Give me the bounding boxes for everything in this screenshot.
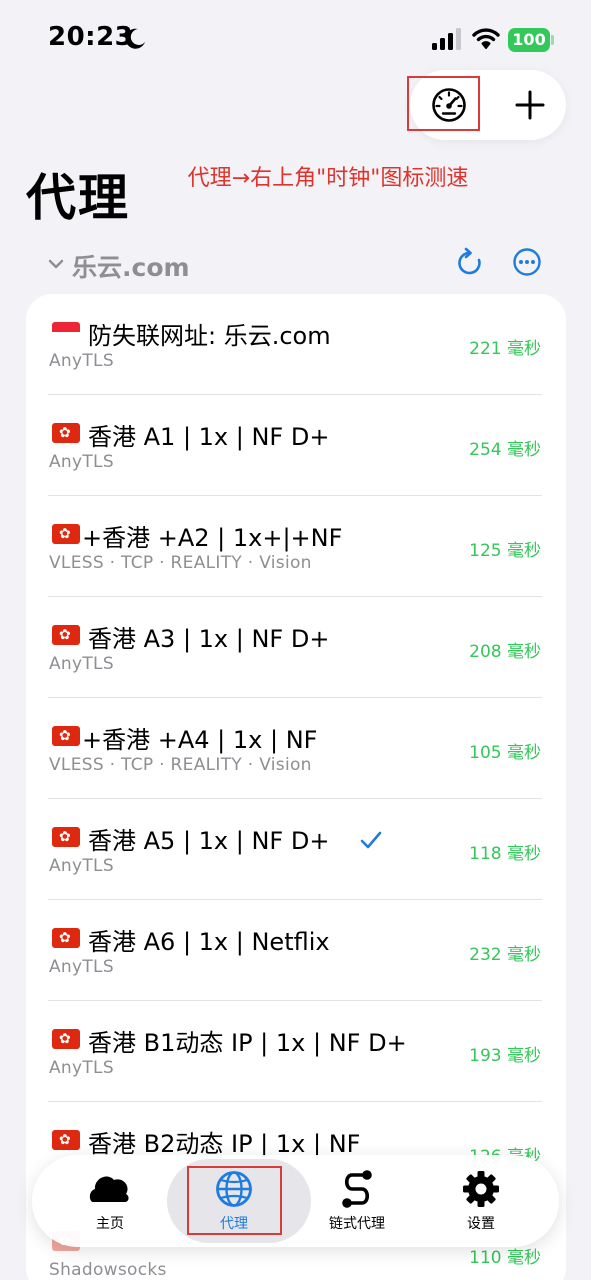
node-name: +香港 +A2 | 1x+|+NF xyxy=(82,524,343,552)
node-name: 香港 B1动态 IP | 1x | NF D+ xyxy=(88,1029,407,1057)
hong-kong-flag-icon xyxy=(52,625,80,645)
node-name: 防失联网址: 乐云.com xyxy=(88,322,331,350)
moon-icon xyxy=(125,28,145,49)
node-name: 香港 A1 | 1x | NF D+ xyxy=(88,423,330,451)
node-name: 香港 A3 | 1x | NF D+ xyxy=(88,625,330,653)
node-latency: 118 毫秒 xyxy=(469,844,541,864)
hong-kong-flag-icon xyxy=(52,524,80,544)
tab-label: 链式代理 xyxy=(329,1216,385,1232)
add-button[interactable] xyxy=(494,70,566,140)
node-list: 防失联网址: 乐云.com AnyTLS 221 毫秒 香港 A1 | 1x |… xyxy=(26,294,566,1280)
status-time: 20:23 xyxy=(48,22,134,52)
node-row[interactable]: +香港 +A2 | 1x+|+NF VLESS · TCP · REALITY … xyxy=(26,496,566,597)
node-row[interactable]: 香港 A6 | 1x | Netflix AnyTLS 232 毫秒 xyxy=(26,900,566,1001)
node-name: +香港 +A4 | 1x | NF xyxy=(82,726,318,754)
node-latency: 254 毫秒 xyxy=(469,440,541,460)
node-name: 香港 A6 | 1x | Netflix xyxy=(88,928,330,956)
tab-chain-proxy[interactable]: 链式代理 xyxy=(292,1155,422,1247)
plus-icon xyxy=(515,90,545,120)
singapore-flag-icon xyxy=(52,322,80,342)
node-row[interactable]: 香港 A1 | 1x | NF D+ AnyTLS 254 毫秒 xyxy=(26,395,566,496)
group-name: 乐云.com xyxy=(72,253,190,282)
highlight-box-proxy-tab xyxy=(187,1166,282,1235)
node-protocol: AnyTLS xyxy=(49,654,114,674)
node-latency: 232 毫秒 xyxy=(469,945,541,965)
highlight-box-speed-test xyxy=(407,76,480,131)
hong-kong-flag-icon xyxy=(52,928,80,948)
annotation-text: 代理→右上角"时钟"图标测速 xyxy=(187,166,469,191)
chain-icon xyxy=(342,1170,372,1208)
hong-kong-flag-icon xyxy=(52,726,80,746)
node-latency: 221 毫秒 xyxy=(469,339,541,359)
node-protocol: VLESS · TCP · REALITY · Vision xyxy=(49,755,312,775)
tab-bar: 主页 代理 链式代理 设置 xyxy=(32,1155,559,1247)
node-name: 香港 B2动态 IP | 1x | NF xyxy=(88,1130,361,1158)
node-protocol: AnyTLS xyxy=(49,1058,114,1078)
status-bar: 20:23 100 xyxy=(0,0,591,80)
chevron-down-icon[interactable] xyxy=(46,254,66,274)
node-row-selected[interactable]: 香港 A5 | 1x | NF D+ AnyTLS 118 毫秒 xyxy=(26,799,566,900)
node-latency: 193 毫秒 xyxy=(469,1046,541,1066)
cloud-icon xyxy=(89,1176,129,1202)
node-row[interactable]: 防失联网址: 乐云.com AnyTLS 221 毫秒 xyxy=(26,294,566,395)
node-protocol: AnyTLS xyxy=(49,452,114,472)
tab-settings[interactable]: 设置 xyxy=(416,1155,546,1247)
node-row[interactable]: +香港 +A4 | 1x | NF VLESS · TCP · REALITY … xyxy=(26,698,566,799)
signal-icon xyxy=(432,28,461,50)
hong-kong-flag-icon xyxy=(52,1130,80,1150)
more-options-icon[interactable] xyxy=(512,247,542,277)
battery-indicator: 100 xyxy=(508,28,550,52)
node-protocol: AnyTLS xyxy=(49,351,114,371)
tab-label: 主页 xyxy=(96,1216,124,1232)
node-protocol: AnyTLS xyxy=(49,957,114,977)
hong-kong-flag-icon xyxy=(52,423,80,443)
tab-label: 设置 xyxy=(467,1216,495,1232)
node-latency: 208 毫秒 xyxy=(469,642,541,662)
hong-kong-flag-icon xyxy=(52,1029,80,1049)
wifi-icon xyxy=(472,28,500,49)
hong-kong-flag-icon xyxy=(52,827,80,847)
node-latency: 105 毫秒 xyxy=(469,743,541,763)
node-latency: 125 毫秒 xyxy=(469,541,541,561)
checkmark-icon xyxy=(360,831,382,849)
node-protocol: VLESS · TCP · REALITY · Vision xyxy=(49,553,312,573)
gear-icon xyxy=(463,1171,499,1207)
page-title: 代理 xyxy=(26,169,130,227)
group-header[interactable]: 乐云.com xyxy=(46,246,546,282)
node-protocol: AnyTLS xyxy=(49,856,114,876)
tab-home[interactable]: 主页 xyxy=(45,1155,175,1247)
node-protocol: Shadowsocks xyxy=(49,1260,167,1280)
node-name: 香港 A5 | 1x | NF D+ xyxy=(88,827,330,855)
refresh-icon[interactable] xyxy=(454,246,486,280)
battery-tip xyxy=(551,35,554,45)
node-row[interactable]: 香港 B1动态 IP | 1x | NF D+ AnyTLS 193 毫秒 xyxy=(26,1001,566,1102)
node-row[interactable]: 香港 A3 | 1x | NF D+ AnyTLS 208 毫秒 xyxy=(26,597,566,698)
